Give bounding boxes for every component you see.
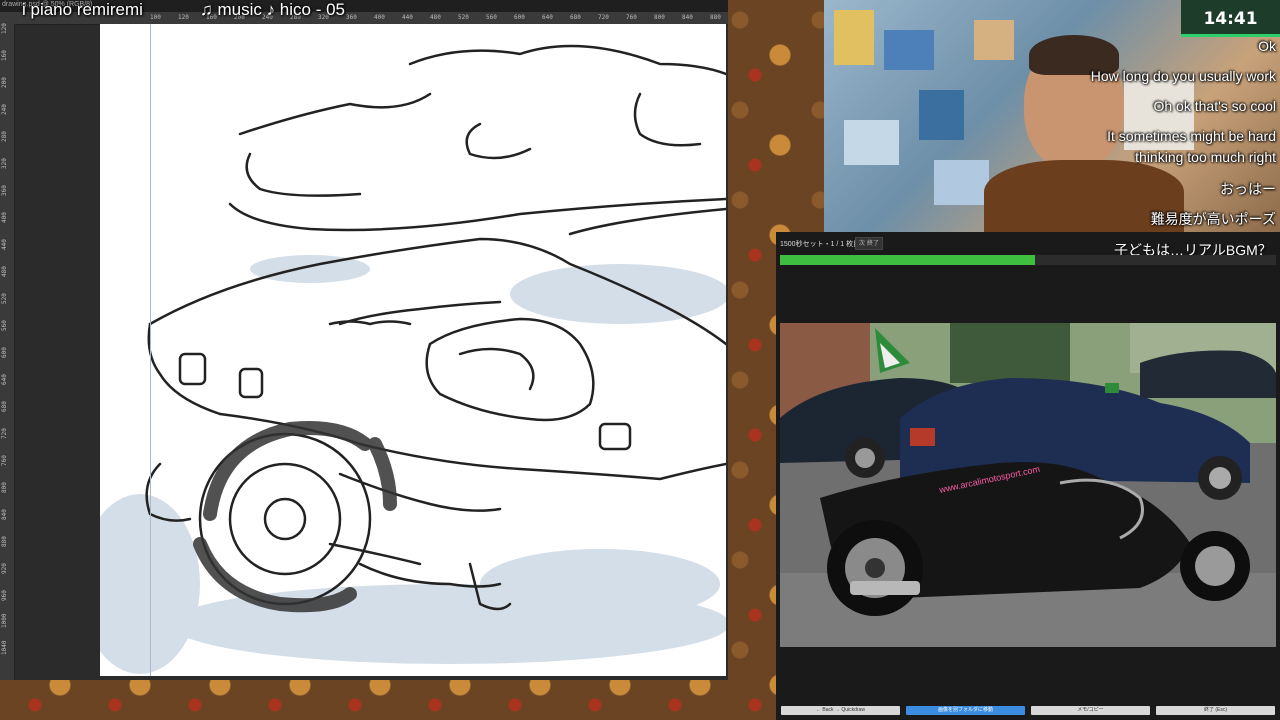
- canvas-guide-line: [150, 24, 151, 676]
- poster: [974, 20, 1014, 60]
- ruler-tick-label: 640: [1, 374, 8, 385]
- ruler-tick-label: 320: [1, 158, 8, 169]
- ruler-tick-label: 680: [570, 14, 581, 21]
- music-overlay: ♫ music ♪ hico - 05: [200, 0, 346, 19]
- ruler-tick-label: 120: [178, 14, 189, 21]
- chat-message: Ok: [1258, 38, 1276, 54]
- ruler-tick-label: 400: [374, 14, 385, 21]
- ruler-tick-label: 200: [1, 77, 8, 88]
- ruler-tick-label: 400: [1, 212, 8, 223]
- ruler-tick-label: 1040: [1, 640, 8, 655]
- timer-progress-bar: [1181, 34, 1280, 37]
- back-button[interactable]: ← Back → Quickdraw: [781, 706, 900, 715]
- ruler-tick-label: 760: [1, 455, 8, 466]
- ruler-tick-label: 880: [1, 536, 8, 547]
- ruler-tick-label: 840: [682, 14, 693, 21]
- timer-display: 14:41: [1181, 0, 1280, 36]
- ruler-tick-label: 800: [654, 14, 665, 21]
- ruler-tick-label: 480: [1, 266, 8, 277]
- ruler-tick-label: 680: [1, 401, 8, 412]
- ruler-tick-label: 100: [150, 14, 161, 21]
- poster: [919, 90, 964, 140]
- ruler-tick-label: 840: [1, 509, 8, 520]
- ruler-tick-label: 880: [710, 14, 721, 21]
- ruler-tick-label: 520: [458, 14, 469, 21]
- memo-button[interactable]: メモ/コピー: [1031, 706, 1150, 715]
- reference-photo-image: www.arcalimotosport.com: [780, 323, 1276, 647]
- chat-message: It sometimes might be hard: [1107, 128, 1276, 144]
- ruler-tick-label: 280: [1, 131, 8, 142]
- ruler-tick-label: 440: [1, 239, 8, 250]
- poster: [934, 160, 989, 205]
- poster: [834, 10, 874, 65]
- ruler-tick-label: 560: [486, 14, 497, 21]
- drawing-canvas[interactable]: [100, 24, 726, 676]
- ruler-tick-label: 480: [430, 14, 441, 21]
- ruler-tick-label: 560: [1, 320, 8, 331]
- ruler-tick-label: 640: [542, 14, 553, 21]
- ruler-tick-label: 120: [1, 23, 8, 34]
- ruler-tick-label: 360: [1, 185, 8, 196]
- pause-button[interactable]: 次 終了: [855, 237, 883, 250]
- ruler-tick-label: 360: [346, 14, 357, 21]
- chat-message: おっはー: [1220, 181, 1276, 197]
- panel-title: 1500秒セット・1 / 1 枚目: [780, 241, 861, 248]
- ruler-tick-label: 600: [514, 14, 525, 21]
- ruler-tick-label: 720: [598, 14, 609, 21]
- reference-photo: www.arcalimotosport.com: [780, 323, 1276, 647]
- chat-message: Oh ok that's so cool: [1153, 98, 1276, 114]
- ruler-tick-label: 760: [626, 14, 637, 21]
- stream-title-overlay: i piano remiremi: [22, 0, 143, 19]
- vertical-ruler: 120 160 200 240 280 320 360 400 440 480 520 560 600 6…: [0, 23, 15, 680]
- poster: [844, 120, 899, 165]
- ruler-tick-label: 520: [1, 293, 8, 304]
- session-progress-fill: [780, 255, 1036, 265]
- sketch-artwork: [100, 44, 726, 674]
- ruler-tick-label: 920: [1, 563, 8, 574]
- ruler-tick-label: 720: [1, 428, 8, 439]
- ruler-tick-label: 1000: [1, 613, 8, 628]
- chat-message: thinking too much right: [1135, 149, 1276, 165]
- poster: [884, 30, 934, 70]
- chat-message: 難易度が高いポーズ: [1150, 211, 1276, 227]
- ruler-tick-label: 800: [1, 482, 8, 493]
- ruler-tick-label: 160: [1, 50, 8, 61]
- move-image-button[interactable]: 画像を別フォルダに移動: [906, 706, 1025, 715]
- ruler-tick-label: 240: [1, 104, 8, 115]
- chat-message: How long do you usually work: [1090, 68, 1276, 84]
- ruler-tick-label: 440: [402, 14, 413, 21]
- end-button[interactable]: 終了 (Esc): [1156, 706, 1275, 715]
- ruler-tick-label: 960: [1, 590, 8, 601]
- ruler-tick-label: 600: [1, 347, 8, 358]
